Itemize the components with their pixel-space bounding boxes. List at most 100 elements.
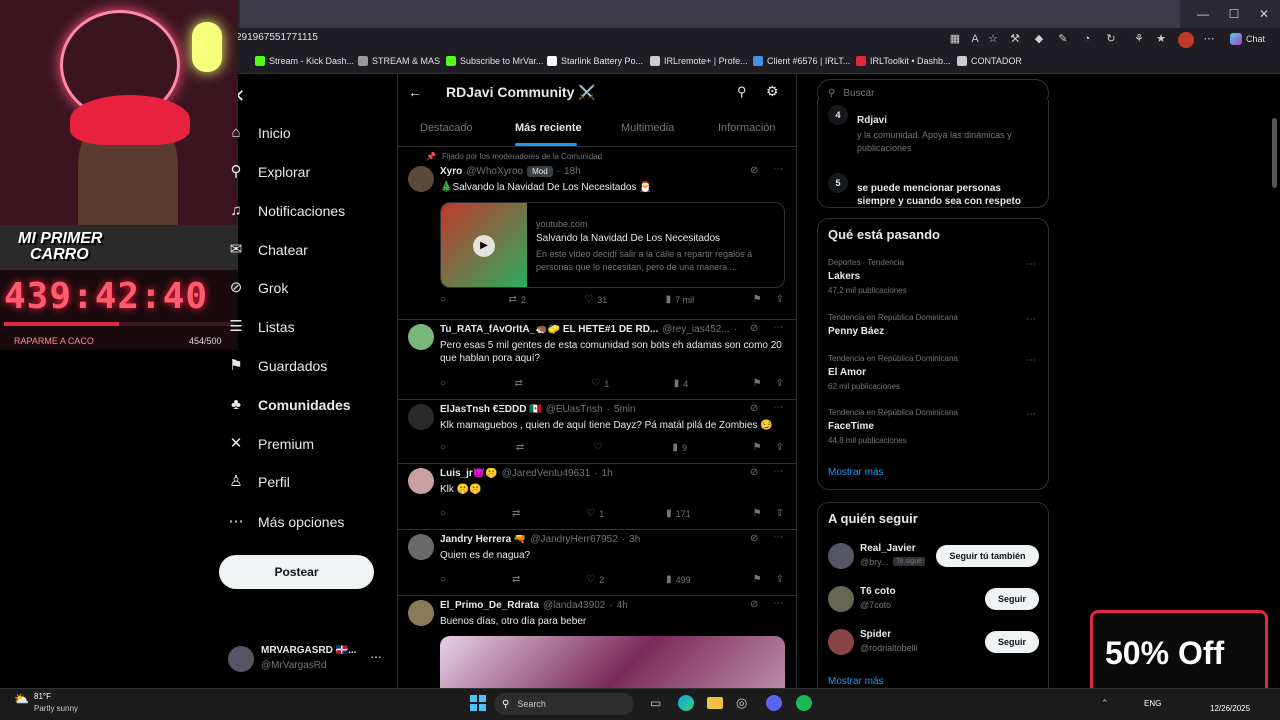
bookmark-item[interactable]: Subscribe to MrVar... [446,56,543,66]
author-handle[interactable]: @rey_ias452... [662,324,729,335]
nav-item-explorar[interactable]: ⚲ Explorar [228,154,311,190]
post-button[interactable]: Postear [219,555,374,589]
share-icon[interactable]: ⇪ [776,442,784,453]
extension-icon[interactable]: ✎ [1054,30,1072,48]
bookmark-item[interactable]: IRLToolkit • Dashb... [856,56,951,66]
author-name[interactable]: Tu_RATA_fAvOrItA_🦔🧽 EL HETE#1 DE RD... [440,324,658,335]
retweet-action[interactable]: ⇄ [512,574,524,585]
tweet-more-icon[interactable]: ⋯ [773,466,783,477]
tweet-time[interactable]: 4h [617,600,628,611]
author-handle[interactable]: @JandryHerr67952 [530,534,617,545]
tab-0[interactable]: Destacado [420,122,473,134]
author-handle[interactable]: @landa43902 [543,600,605,611]
like-action[interactable]: ♡ 31 [584,294,607,305]
author-handle[interactable]: @WhoXyroo [466,166,523,177]
reply-action[interactable]: ○ [440,508,450,519]
avatar[interactable] [408,404,434,430]
avatar[interactable] [408,324,434,350]
retweet-action[interactable]: ⇄ [512,508,524,519]
tray-chevron-icon[interactable]: ⌃ [1101,698,1109,709]
retweet-action[interactable]: ⇄ 2 [508,294,525,305]
minimize-icon[interactable]: — [1195,6,1211,22]
taskbar-search[interactable]: ⚲ Search [494,693,634,715]
trend-more-icon[interactable]: ⋯ [1026,355,1036,366]
follow-button[interactable]: Seguir [985,588,1039,610]
file-explorer-icon[interactable] [707,697,723,709]
settings-gear-icon[interactable]: ⚙ [766,83,779,100]
bookmark-item[interactable]: Stream - Kick Dash... [255,56,354,66]
favorite-star-icon[interactable]: ☆ [984,30,1002,48]
author-name[interactable]: Jandry Herrera 🔫 [440,534,526,545]
tab-1[interactable]: Más reciente [515,122,582,134]
tweet-time[interactable]: 3h [629,534,640,545]
trend-name[interactable]: FaceTime [828,421,874,432]
nav-item-comunidades[interactable]: ♣ Comunidades [228,387,351,423]
copilot-chat-button[interactable]: Chat [1230,33,1265,45]
language-indicator[interactable]: ENG [1144,699,1161,708]
grok-icon[interactable]: ⊘ [750,403,758,414]
avatar[interactable] [408,534,434,560]
back-arrow-icon[interactable]: ← [408,84,422,100]
like-action[interactable]: ♡ [594,442,607,453]
page-scrollbar[interactable] [1272,118,1277,188]
trend-name[interactable]: Penny Báez [828,326,884,337]
bookmark-item[interactable]: STREAM & MAS [358,56,440,66]
tweet-more-icon[interactable]: ⋯ [773,532,783,543]
grok-icon[interactable]: ⊘ [750,599,758,610]
obs-icon[interactable]: ◎ [736,695,747,711]
views-action[interactable]: ▮ 499 [666,574,691,585]
trend-name[interactable]: Lakers [828,271,860,282]
avatar[interactable] [408,600,434,626]
spotify-icon[interactable] [796,695,812,711]
menu-icon[interactable]: ⋯ [1200,30,1218,48]
extension-icon[interactable]: ◔ [1078,30,1096,48]
avatar[interactable] [828,543,854,569]
grok-icon[interactable]: ⊘ [750,165,758,176]
grok-icon[interactable]: ⊘ [750,323,758,334]
nav-item-guardados[interactable]: ⚑ Guardados [228,348,327,384]
tweet[interactable]: ElJasTnsh €ΞDDD 🇲🇽 @EUasTnsh · 5min ⊘ ⋯ Klk ma… [398,400,796,464]
share-icon[interactable]: ⇪ [776,508,784,519]
reply-action[interactable]: ○ [440,442,450,453]
tweet-more-icon[interactable]: ⋯ [773,322,783,333]
tab-3[interactable]: Información [718,122,775,134]
share-icon[interactable]: ⇪ [776,294,784,305]
bookmark-item[interactable]: CONTADOR [957,56,1022,66]
bookmark-item[interactable]: Client #6576 | IRLT... [753,56,850,66]
nav-item-inicio[interactable]: ⌂ Inicio [228,115,290,151]
nav-item-grok[interactable]: ⊘ Grok [228,270,289,306]
nav-item-listas[interactable]: ☰ Listas [228,309,294,345]
author-name[interactable]: Xyro [440,166,462,177]
tweet[interactable]: Jandry Herrera 🔫 @JandryHerr67952 · 3h ⊘ ⋯ Qui… [398,530,796,596]
tweet-more-icon[interactable]: ⋯ [773,598,783,609]
follow-button[interactable]: Seguir [985,631,1039,653]
retweet-action[interactable]: ⇄ [516,442,528,453]
link-card[interactable]: ▶ youtube.com Salvando la Navidad De Los N… [440,202,785,288]
nav-item-notificaciones[interactable]: ♫ Notificaciones [228,193,345,229]
reply-action[interactable]: ○ [440,294,450,305]
author-handle[interactable]: @JaredVentu49631 [502,468,591,479]
translate-icon[interactable]: A [966,30,984,48]
bookmark-icon[interactable]: ⚑ [753,574,762,585]
views-action[interactable]: ▮ 4 [674,378,689,389]
author-name[interactable]: Luis_jr😈🤫 [440,468,498,479]
author-name[interactable]: ElJasTnsh €ΞDDD 🇲🇽 [440,404,542,415]
tweet-more-icon[interactable]: ⋯ [773,164,783,175]
edge-icon[interactable] [678,695,694,711]
author-name[interactable]: El_Primo_De_Rdrata [440,600,539,611]
avatar[interactable] [408,166,434,192]
bookmark-icon[interactable]: ⚑ [753,508,762,519]
avatar[interactable] [408,468,434,494]
nav-item-chatear[interactable]: ✉ Chatear [228,232,308,268]
views-action[interactable]: ▮ 9 [672,442,687,453]
tweet-time[interactable]: 1h [602,468,613,479]
nav-item-perfil[interactable]: ♙ Perfil [228,464,290,500]
task-view-icon[interactable]: ▭ [650,696,661,710]
tweet-time[interactable]: 18h [564,166,581,177]
grok-icon[interactable]: ⊘ [750,467,758,478]
bookmark-item[interactable]: Starlink Battery Po... [547,56,643,66]
tweet-time[interactable]: 5min [614,404,636,415]
avatar[interactable] [828,586,854,612]
follow-button[interactable]: Seguir tú también [936,545,1039,567]
bookmark-icon[interactable]: ⚑ [753,442,762,453]
